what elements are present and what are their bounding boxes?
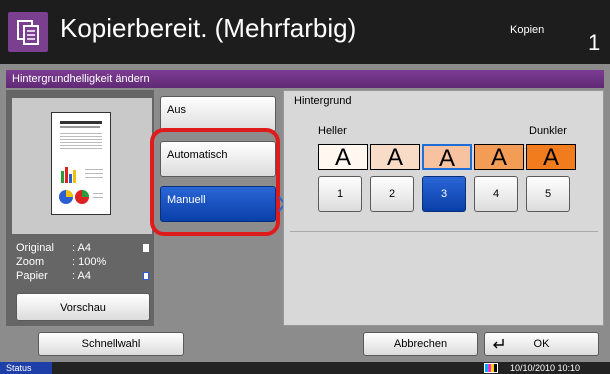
option-off-button[interactable]: Aus (160, 96, 276, 132)
copy-mode-icon (8, 12, 48, 52)
info-label: Papier (16, 270, 48, 282)
mode-label: Kopien (510, 24, 545, 36)
ok-label: OK (533, 338, 550, 350)
level-2-button[interactable]: 2 (370, 176, 414, 212)
toner-level-icon (484, 363, 498, 373)
preview-button[interactable]: Vorschau (16, 293, 150, 321)
divider (290, 231, 598, 232)
info-zoom: Zoom : 100% (16, 256, 106, 268)
darker-label: Dunkler (529, 125, 567, 137)
info-original: Original : A4 (16, 242, 91, 254)
level-3-button[interactable]: 3 (422, 176, 466, 212)
cancel-button[interactable]: Abbrechen (363, 332, 478, 356)
swatch-3: A (422, 144, 472, 172)
info-label: Zoom (16, 256, 45, 268)
info-value: : A4 (72, 242, 91, 254)
paper-size-icon (143, 272, 149, 280)
selection-highlight (150, 128, 280, 236)
screen-subtitle: Hintergrundhelligkeit ändern (6, 70, 604, 88)
info-value: : 100% (72, 256, 107, 268)
swatch-2: A (370, 144, 420, 171)
swatch-5: A (526, 144, 576, 171)
status-button[interactable]: Status (0, 362, 52, 374)
copy-count: 1 (588, 30, 601, 55)
info-paper: Papier : A4 (16, 270, 91, 282)
level-4-button[interactable]: 4 (474, 176, 518, 212)
original-size-icon (143, 244, 149, 252)
info-label: Original (16, 242, 54, 254)
ok-button[interactable]: OK (484, 332, 599, 356)
preview-info: Original : A4 Zoom : 100% Papier : A4 (12, 240, 152, 288)
enter-icon (493, 339, 504, 349)
level-1-button[interactable]: 1 (318, 176, 362, 212)
info-value: : A4 (72, 270, 91, 282)
background-title: Hintergrund (294, 95, 352, 107)
swatch-4: A (474, 144, 524, 171)
lighter-label: Heller (318, 125, 347, 137)
page-title: Kopierbereit. (Mehrfarbig) (60, 13, 357, 43)
level-5-button[interactable]: 5 (526, 176, 570, 212)
quick-setup-button[interactable]: Schnellwahl (38, 332, 184, 356)
status-datetime: 10/10/2010 10:10 (510, 363, 581, 373)
swatch-1: A (318, 144, 368, 171)
document-thumbnail (51, 112, 111, 215)
